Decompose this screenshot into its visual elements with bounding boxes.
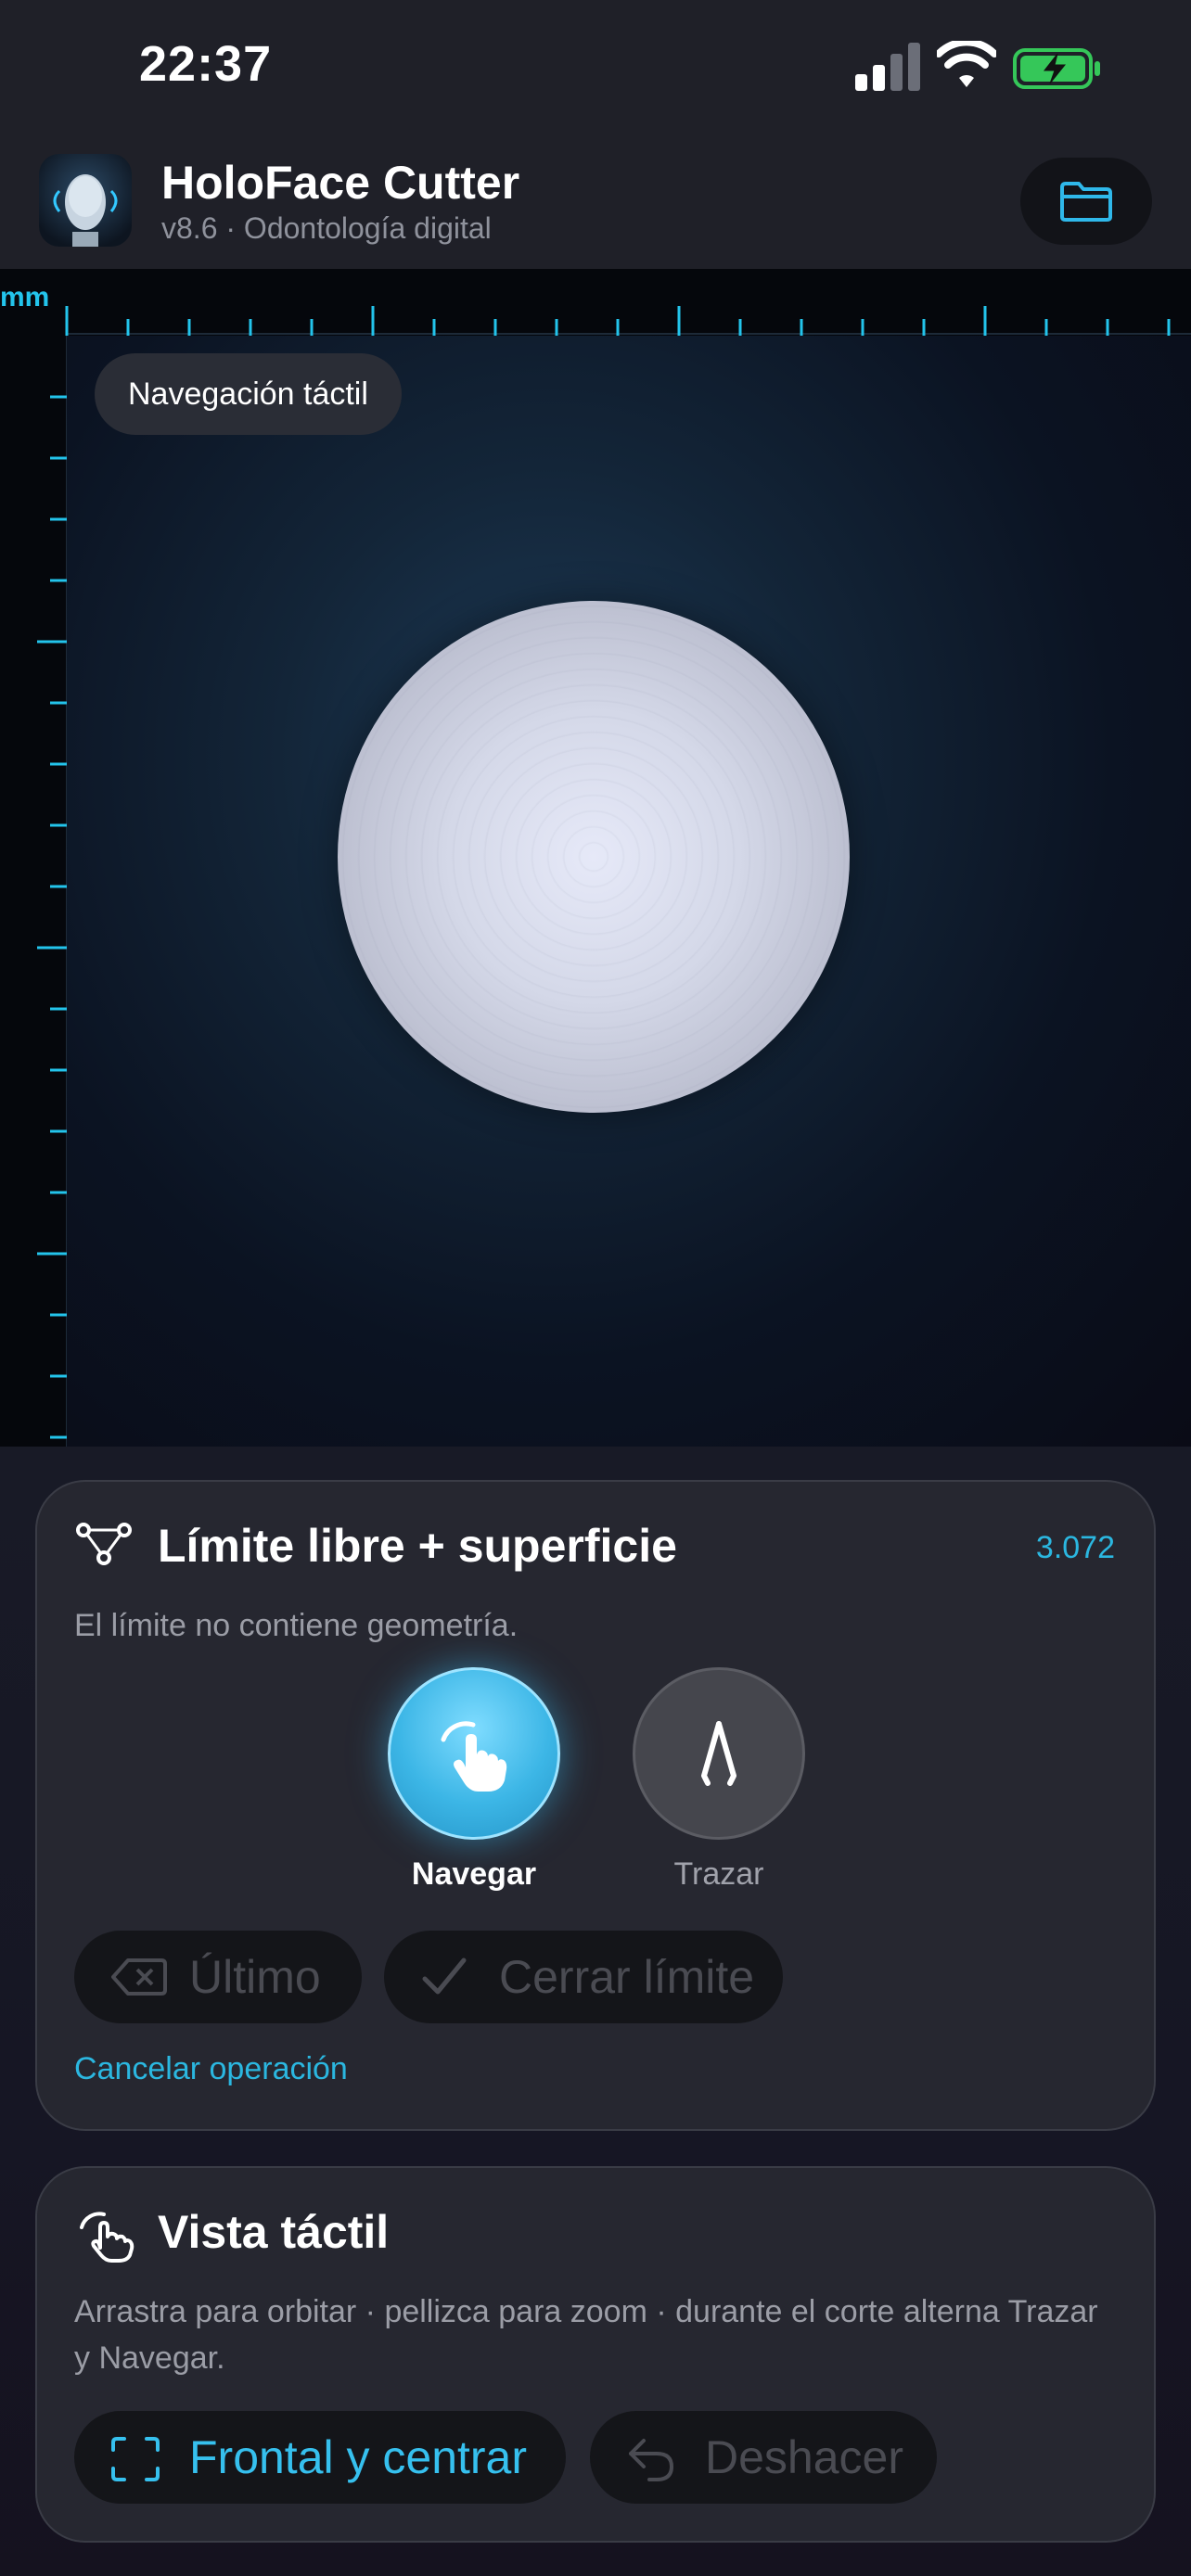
draw-label: Trazar — [673, 1856, 764, 1892]
3d-viewport[interactable]: mm Navegación táctil — [0, 269, 1191, 1447]
boundary-nodes-icon — [76, 1523, 132, 1565]
3d-model-sphere[interactable] — [338, 601, 850, 1113]
cellular-signal-icon — [855, 43, 920, 91]
ruler-left — [0, 336, 67, 1447]
ruler-unit-label: mm — [0, 282, 50, 312]
status-bar: 22:37 — [0, 0, 1191, 139]
cancel-operation-link[interactable]: Cancelar operación — [74, 2051, 348, 2087]
undo-icon — [629, 2439, 674, 2481]
touch-view-description: Arrastra para orbitar · pellizca para zo… — [74, 2294, 1098, 2376]
navigate-label: Navegar — [411, 1856, 537, 1892]
touch-view-title: Vista táctil — [158, 2206, 390, 2258]
navigation-mode-pill: Navegación táctil — [95, 353, 402, 435]
folder-icon — [1060, 182, 1112, 222]
open-folder-button[interactable] — [1020, 158, 1152, 245]
hand-gesture-icon — [80, 2212, 134, 2263]
app-header: HoloFace Cutter v8.6 · Odontología digit… — [0, 139, 1191, 269]
undo-button[interactable]: Deshacer — [590, 2411, 937, 2504]
close-boundary-button[interactable]: Cerrar límite — [384, 1931, 783, 2023]
navigate-button[interactable] — [388, 1667, 560, 1840]
boundary-card: Límite libre + superficie 3.072 El límit… — [35, 1480, 1156, 2131]
app-title: HoloFace Cutter — [161, 157, 520, 209]
draw-button[interactable] — [633, 1667, 805, 1840]
boundary-description: El límite no contiene geometría. — [74, 1608, 519, 1643]
undo-label: Deshacer — [705, 2431, 903, 2483]
app-subtitle: v8.6 · Odontología digital — [161, 211, 492, 245]
boundary-count: 3.072 — [1035, 1530, 1115, 1565]
viewfinder-icon — [111, 2437, 160, 2481]
backspace-icon — [111, 1958, 167, 1996]
boundary-card-title: Límite libre + superficie — [158, 1520, 677, 1572]
checkmark-icon — [422, 1958, 467, 1995]
touch-view-card: Vista táctil Arrastra para orbitar · pel… — [35, 2166, 1156, 2543]
remove-last-point-button[interactable]: Último — [74, 1931, 362, 2023]
close-boundary-label: Cerrar límite — [499, 1951, 755, 2003]
mode-navigate[interactable]: Navegar — [386, 1667, 562, 1893]
wifi-icon — [937, 41, 996, 87]
status-time: 22:37 — [139, 36, 273, 92]
mode-draw[interactable]: Trazar — [631, 1667, 807, 1893]
remove-last-label: Último — [189, 1951, 321, 2003]
battery-charging-icon — [1013, 48, 1100, 89]
front-center-label: Frontal y centrar — [189, 2431, 528, 2483]
ruler-top — [0, 269, 1191, 336]
front-center-button[interactable]: Frontal y centrar — [74, 2411, 566, 2504]
compass-draw-icon — [701, 1721, 736, 1786]
app-logo-icon — [39, 154, 132, 247]
hand-pointer-icon — [441, 1721, 507, 1792]
